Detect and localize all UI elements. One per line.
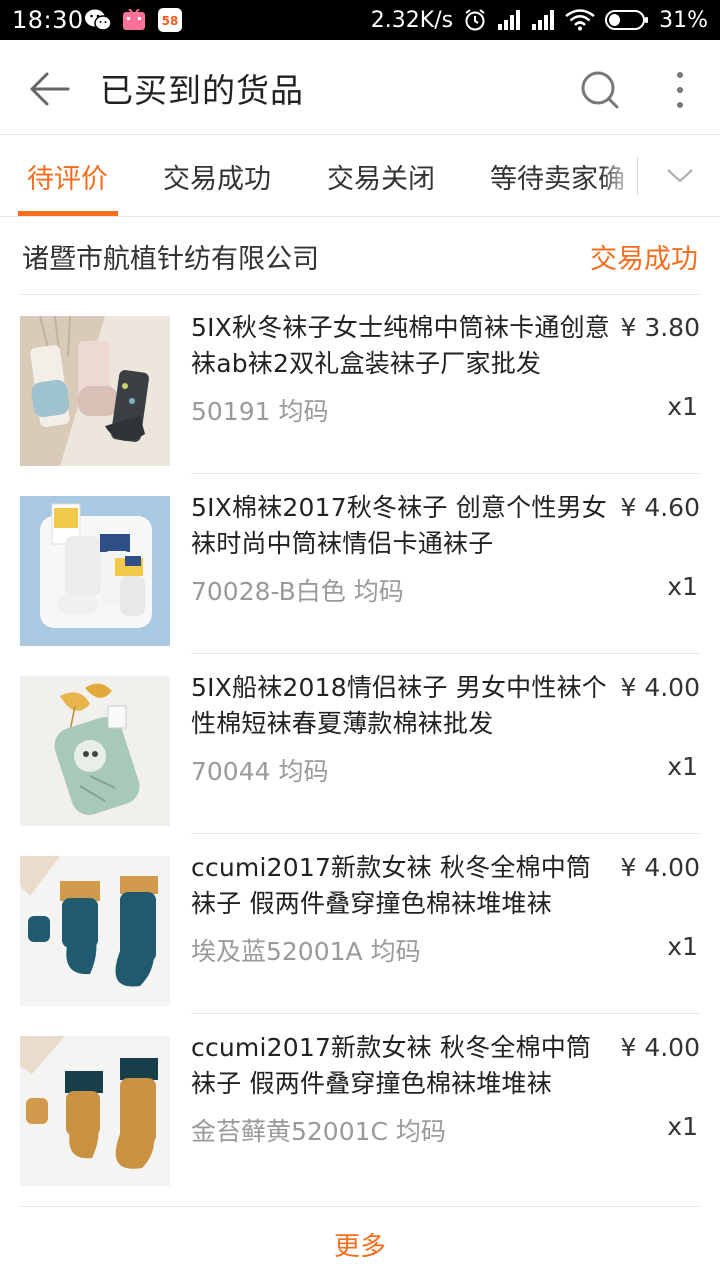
shop-header[interactable]: 诸暨市航植针纺有限公司 交易成功 [0, 217, 720, 295]
order-status-label: 交易成功 [590, 244, 698, 275]
tab-pending-review[interactable]: 待评价 [27, 157, 108, 196]
back-button[interactable] [22, 62, 76, 116]
battery-icon [605, 10, 649, 30]
signal-icon [532, 10, 555, 30]
product-title: ccumi2017新款女袜 秋冬全棉中筒袜子 假两件叠穿撞色棉袜堆堆袜 [191, 1033, 592, 1098]
product-thumbnail[interactable] [20, 316, 170, 466]
product-spec: 金苔藓黄52001C 均码 [191, 1117, 446, 1146]
status-right: 2.32K/s 31% [371, 6, 708, 34]
tab-fade [600, 135, 636, 216]
search-button[interactable] [574, 64, 626, 116]
product-title: 5IX船袜2018情侣袜子 男女中性袜个性棉短袜春夏薄款棉袜批发 [191, 673, 607, 738]
back-arrow-icon [30, 72, 70, 106]
svg-text:58: 58 [162, 14, 179, 28]
item-divider [191, 1013, 700, 1014]
tab-trade-closed[interactable]: 交易关闭 [327, 157, 435, 196]
active-tab-indicator [18, 211, 118, 216]
product-thumbnail[interactable] [20, 856, 170, 1006]
order-item[interactable]: 5IX秋冬袜子女士纯棉中筒袜卡通创意袜ab袜2双礼盒装袜子厂家批发 ¥ 3.80… [0, 295, 720, 475]
more-vertical-icon [677, 72, 683, 108]
tabs-expand-button[interactable] [652, 151, 708, 201]
product-spec: 50191 均码 [191, 397, 329, 426]
signal-icon [498, 10, 521, 30]
load-more-button[interactable]: 更多 [0, 1226, 720, 1263]
product-quantity: x1 [667, 572, 698, 601]
page-title: 已买到的货品 [100, 71, 304, 110]
app-bar: 已买到的货品 [0, 40, 720, 135]
status-time: 18:30 [12, 6, 84, 34]
order-item[interactable]: 5IX棉袜2017秋冬袜子 创意个性男女袜时尚中筒袜情侣卡通袜子 ¥ 4.60 … [0, 475, 720, 655]
status-bar: 18:30 58 2.32K/s 31% [0, 0, 720, 40]
wechat-icon [85, 9, 112, 31]
product-thumbnail[interactable] [20, 1036, 170, 1186]
order-item[interactable]: 5IX船袜2018情侣袜子 男女中性袜个性棉短袜春夏薄款棉袜批发 ¥ 4.00 … [0, 655, 720, 835]
product-spec: 埃及蓝52001A 均码 [191, 937, 421, 966]
item-divider [191, 653, 700, 654]
search-icon [581, 71, 619, 109]
battery-level: 31% [659, 7, 708, 33]
order-item[interactable]: ccumi2017新款女袜 秋冬全棉中筒袜子 假两件叠穿撞色棉袜堆堆袜 ¥ 4.… [0, 1015, 720, 1195]
order-item[interactable]: ccumi2017新款女袜 秋冬全棉中筒袜子 假两件叠穿撞色棉袜堆堆袜 ¥ 4.… [0, 835, 720, 1015]
product-quantity: x1 [667, 392, 698, 421]
bilibili-icon [123, 9, 145, 30]
product-thumbnail[interactable] [20, 496, 170, 646]
product-price: ¥ 4.60 [620, 493, 700, 522]
product-quantity: x1 [667, 752, 698, 781]
order-status-tabs: 待评价 交易成功 交易关闭 等待卖家确 [0, 135, 720, 217]
product-price: ¥ 4.00 [620, 1033, 700, 1062]
product-price: ¥ 4.00 [620, 673, 700, 702]
item-divider [191, 473, 700, 474]
product-spec: 70044 均码 [191, 757, 329, 786]
product-quantity: x1 [667, 932, 698, 961]
product-title: 5IX秋冬袜子女士纯棉中筒袜卡通创意袜ab袜2双礼盒装袜子厂家批发 [191, 313, 611, 378]
net-speed: 2.32K/s [370, 7, 454, 33]
product-thumbnail[interactable] [20, 676, 170, 826]
product-price: ¥ 3.80 [620, 313, 700, 342]
tab-divider [637, 157, 638, 195]
divider [20, 1206, 700, 1207]
more-options-button[interactable] [660, 64, 700, 116]
product-title: 5IX棉袜2017秋冬袜子 创意个性男女袜时尚中筒袜情侣卡通袜子 [191, 493, 607, 558]
58-app-icon: 58 [158, 8, 182, 32]
item-divider [191, 833, 700, 834]
alarm-icon [465, 9, 485, 31]
wifi-icon [565, 9, 595, 31]
product-title: ccumi2017新款女袜 秋冬全棉中筒袜子 假两件叠穿撞色棉袜堆堆袜 [191, 853, 592, 918]
chevron-down-icon [667, 169, 693, 183]
product-price: ¥ 4.00 [620, 853, 700, 882]
product-quantity: x1 [667, 1112, 698, 1141]
product-spec: 70028-B白色 均码 [191, 577, 404, 606]
shop-name: 诸暨市航植针纺有限公司 [22, 244, 319, 275]
tab-trade-success[interactable]: 交易成功 [163, 157, 271, 196]
